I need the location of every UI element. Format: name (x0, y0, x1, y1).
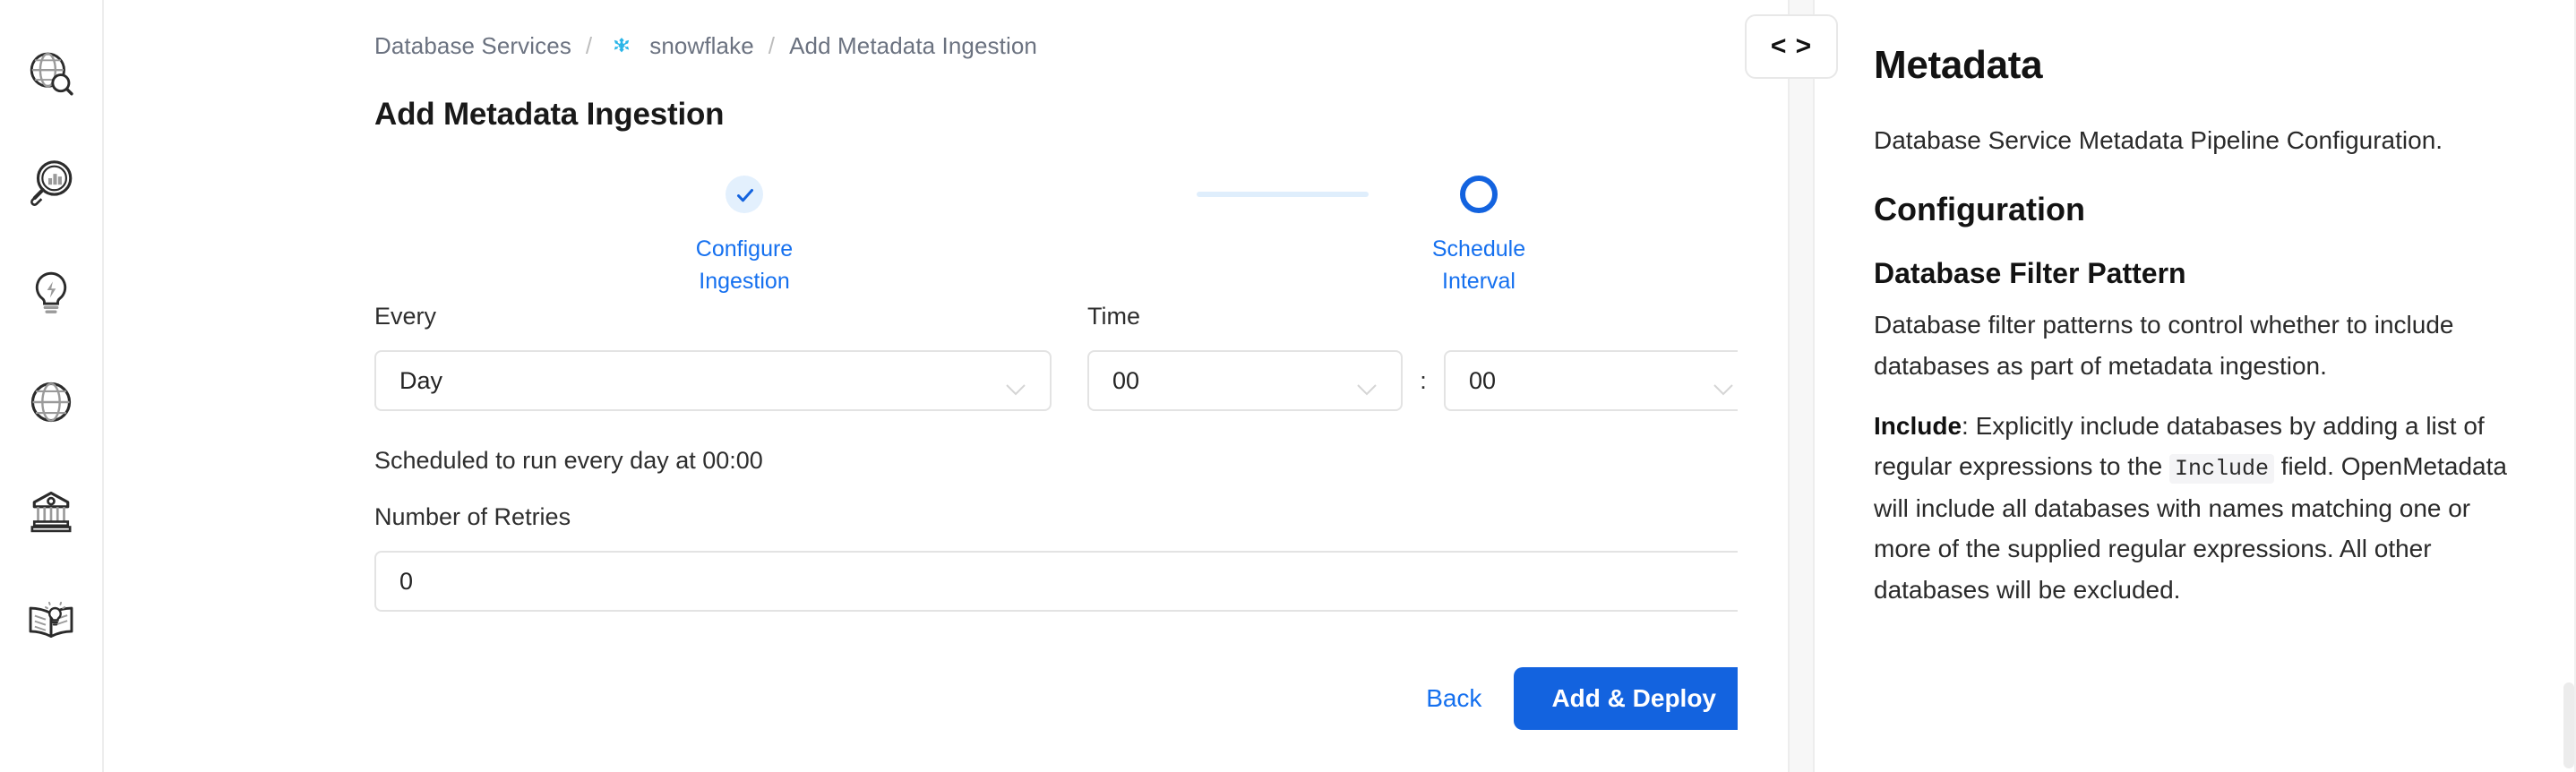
breadcrumb-database-services[interactable]: Database Services (374, 32, 571, 60)
bank-icon (25, 485, 77, 537)
hour-select-value: 00 (1112, 366, 1140, 394)
sidebar-item-glossary[interactable] (0, 566, 103, 675)
panel-gutter: < > (1738, 0, 1838, 772)
panel-divider[interactable] (1788, 0, 1815, 772)
breadcrumb-service[interactable]: snowflake (606, 30, 754, 61)
lightbulb-bolt-icon (25, 267, 77, 319)
breadcrumb-separator-2: / (768, 31, 776, 59)
sidebar-item-domains[interactable] (0, 347, 103, 457)
minute-select[interactable]: 00 (1444, 350, 1738, 411)
breadcrumb-service-label: snowflake (649, 31, 754, 59)
doc-section-configuration: Configuration (1874, 191, 2085, 228)
globe-icon (25, 376, 77, 428)
sidebar-item-quality[interactable] (0, 238, 103, 347)
form-actions: Back Add & Deploy (374, 667, 1738, 730)
stepper-step-configure-ingestion[interactable]: Configure Ingestion (650, 176, 838, 298)
open-book-lightbulb-icon (25, 595, 77, 647)
main-content: Database Services / snowflake / Add Meta… (104, 0, 1738, 772)
doc-intro: Database Service Metadata Pipeline Confi… (1874, 126, 2443, 154)
check-icon (734, 184, 754, 204)
stepper-label-configure-ingestion: Configure Ingestion (695, 236, 794, 295)
doc-scrollbar-thumb[interactable] (2563, 682, 2574, 768)
globe-search-icon (25, 48, 77, 100)
stepper-dot-active (1460, 176, 1498, 213)
code-toggle-button[interactable]: < > (1745, 14, 1838, 79)
label-every: Every (374, 303, 437, 330)
documentation-panel: Metadata Database Service Metadata Pipel… (1827, 0, 2576, 772)
label-time: Time (1087, 303, 1140, 330)
chevron-down-icon (1713, 374, 1734, 396)
app-root: Database Services / snowflake / Add Meta… (0, 0, 2576, 772)
sidebar-item-insights[interactable] (0, 129, 103, 238)
field-every: Every Day (374, 303, 1052, 411)
doc-include-code: Include (2168, 454, 2274, 485)
magnifier-chart-icon (25, 158, 77, 210)
doc-subsection-database-filter-pattern: Database Filter Pattern (1874, 257, 2186, 290)
retries-input[interactable]: 0 (374, 551, 1738, 612)
chevron-down-icon (1356, 374, 1378, 396)
field-retries: Number of Retries 0 (374, 503, 1738, 612)
sidebar-item-governance[interactable] (0, 457, 103, 566)
every-select-value: Day (399, 366, 443, 394)
add-and-deploy-button[interactable]: Add & Deploy (1514, 667, 1738, 730)
snowflake-icon (606, 30, 637, 61)
chevron-down-icon (1005, 374, 1026, 396)
breadcrumb: Database Services / snowflake / Add Meta… (104, 0, 1738, 61)
schedule-form: Every Day Time 00: 00 Scheduled to run … (104, 303, 1738, 730)
ingestion-stepper: Configure Ingestion Schedule Interval (104, 176, 1525, 294)
stepper-steps: Configure Ingestion Schedule Interval (650, 176, 1573, 298)
stepper-step-schedule-interval[interactable]: Schedule Interval (1385, 176, 1573, 298)
time-separator: : (1420, 367, 1427, 394)
minute-select-value: 00 (1469, 366, 1497, 394)
left-icon-rail (0, 0, 104, 772)
doc-include-paragraph: Include: Explicitly include databases by… (1874, 406, 2522, 610)
stepper-dot-done (726, 176, 763, 213)
field-time: Time 00 : 00 (1087, 303, 1738, 411)
retries-input-value: 0 (399, 567, 414, 595)
doc-title: Metadata (1874, 43, 2043, 87)
breadcrumb-current: Add Metadata Ingestion (789, 31, 1037, 59)
hour-select[interactable]: 00 (1087, 350, 1403, 411)
back-button[interactable]: Back (1394, 684, 1514, 713)
every-select[interactable]: Day (374, 350, 1052, 411)
doc-subsection-body: Database filter patterns to control whet… (1874, 311, 2454, 380)
stepper-label-schedule-interval: Schedule Interval (1431, 236, 1526, 295)
stepper-track (1197, 192, 1369, 197)
page-title: Add Metadata Ingestion (374, 97, 725, 132)
doc-include-label: Include (1874, 412, 1962, 441)
schedule-summary-text: Scheduled to run every day at 00:00 (374, 447, 763, 474)
schedule-row: Every Day Time 00: 00 (374, 303, 1738, 411)
breadcrumb-separator-1: / (585, 31, 593, 59)
label-number-of-retries: Number of Retries (374, 503, 571, 530)
time-group: 00 : 00 (1087, 350, 1738, 411)
sidebar-item-explore[interactable] (0, 20, 103, 129)
